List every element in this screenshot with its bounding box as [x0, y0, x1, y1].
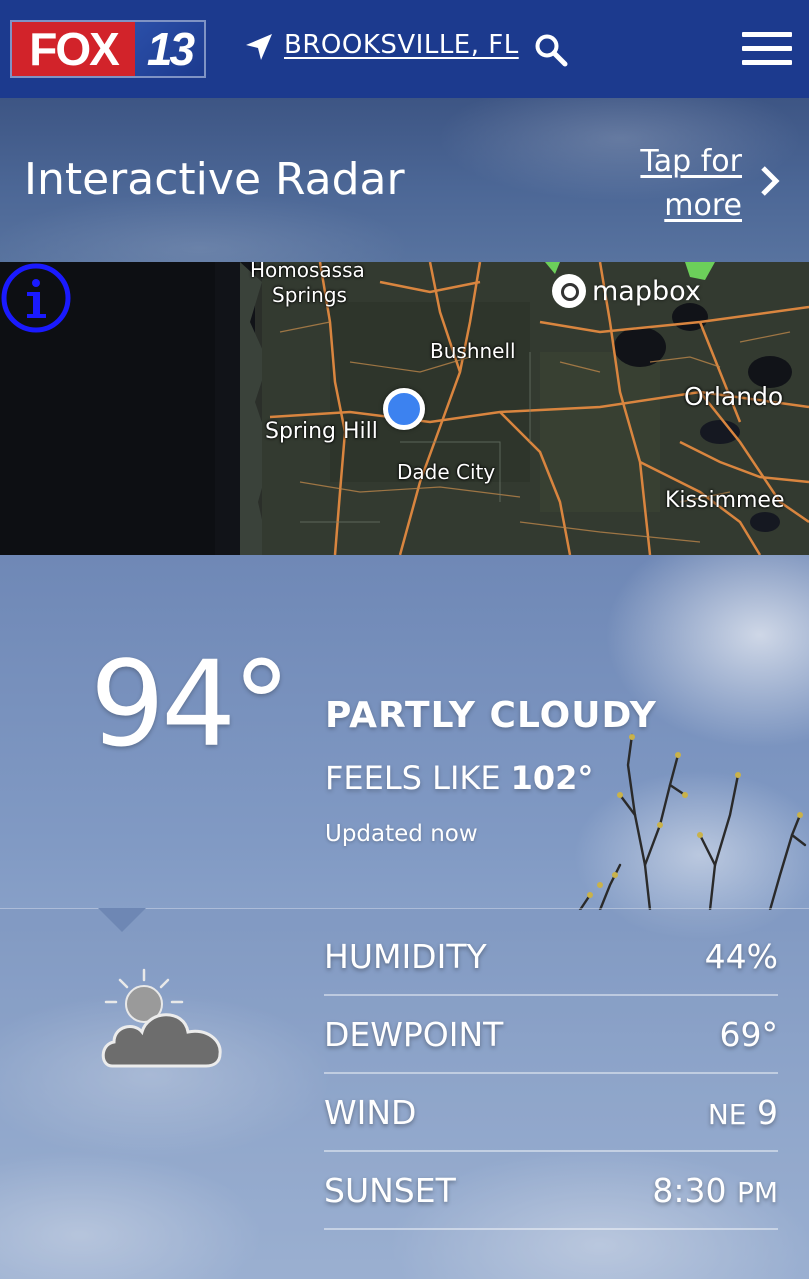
detail-label: DEWPOINT [324, 1014, 504, 1054]
radar-map[interactable]: Homosassa Springs Bushnell Orlando Sprin… [0, 262, 809, 555]
detail-row-dewpoint: DEWPOINT 69° [324, 996, 778, 1074]
map-label-homosassa: Homosassa [250, 262, 365, 282]
condition-text: PARTLY CLOUDY [325, 695, 657, 736]
detail-row-sunset: SUNSET 8:30 PM [324, 1152, 778, 1230]
detail-value: 8:30 PM [652, 1171, 778, 1210]
sunset-time: 8:30 [652, 1170, 727, 1210]
feels-like-label: FEELS LIKE [325, 759, 501, 797]
hamburger-menu-icon[interactable] [742, 32, 792, 66]
logo-number-text: 13 [135, 22, 204, 76]
detail-value: 44% [705, 937, 778, 976]
feels-like-value: 102° [510, 759, 594, 797]
search-icon[interactable] [534, 33, 568, 67]
detail-row-wind: WIND NE 9 [324, 1074, 778, 1152]
detail-label: WIND [324, 1092, 417, 1132]
radar-title: Interactive Radar [24, 154, 405, 205]
mapbox-logo-icon [552, 274, 586, 308]
tree-branches-decoration [578, 733, 807, 910]
wind-speed: 9 [757, 1092, 778, 1132]
current-temperature: 94° [90, 635, 291, 773]
fox13-logo[interactable]: FOX 13 [10, 20, 206, 78]
map-label-dade-city: Dade City [397, 460, 496, 484]
current-conditions: 94° PARTLY CLOUDY FEELS LIKE 102° Updated… [0, 555, 809, 1279]
sunset-ampm: PM [736, 1175, 778, 1209]
weather-details-panel: HUMIDITY 44% DEWPOINT 69° WIND NE 9 SUNS… [0, 908, 809, 1279]
detail-value-number: 69° [719, 1014, 779, 1054]
detail-value: NE 9 [708, 1093, 778, 1132]
map-label-spring-hill: Spring Hill [265, 419, 378, 444]
tap-for-more-line2: more [664, 188, 742, 223]
map-label-orlando: Orlando [684, 382, 784, 411]
map-label-springs: Springs [272, 283, 347, 307]
radar-banner[interactable]: Interactive Radar Tap for more [0, 98, 809, 262]
detail-label: HUMIDITY [324, 936, 487, 976]
location-link[interactable]: BROOKSVILLE, FL [284, 30, 519, 60]
detail-value-number: 44% [704, 936, 778, 976]
info-icon[interactable] [0, 262, 72, 334]
panel-pointer [98, 908, 146, 932]
logo-fox-text: FOX [12, 22, 135, 76]
tap-for-more-link[interactable]: Tap for more [620, 140, 742, 228]
tap-for-more-line1: Tap for [640, 144, 742, 179]
app-header: FOX 13 BROOKSVILLE, FL [0, 0, 809, 98]
location-arrow-icon[interactable] [244, 32, 274, 62]
detail-value: 69° [720, 1015, 779, 1054]
map-label-kissimmee: Kissimmee [665, 488, 785, 513]
detail-label: SUNSET [324, 1170, 456, 1210]
mapbox-attribution[interactable]: mapbox [552, 274, 701, 308]
updated-timestamp: Updated now [325, 821, 478, 847]
partly-cloudy-icon [101, 968, 222, 1068]
wind-direction: NE [707, 1097, 747, 1131]
map-label-bushnell: Bushnell [430, 339, 516, 363]
detail-row-humidity: HUMIDITY 44% [324, 918, 778, 996]
chevron-right-icon[interactable] [758, 164, 782, 198]
details-list: HUMIDITY 44% DEWPOINT 69° WIND NE 9 SUNS… [324, 918, 778, 1230]
mapbox-text: mapbox [592, 275, 701, 307]
current-location-marker [383, 388, 425, 430]
feels-like: FEELS LIKE 102° [325, 759, 593, 797]
